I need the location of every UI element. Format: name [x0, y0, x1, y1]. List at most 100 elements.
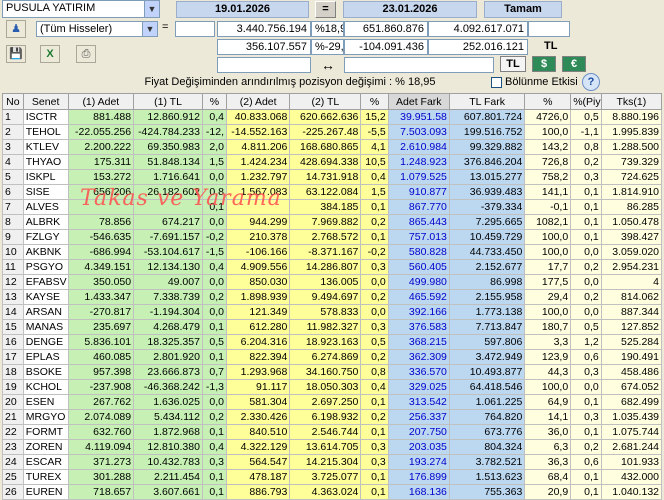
column-header[interactable]: No: [2, 93, 24, 110]
range-from-input[interactable]: [217, 57, 311, 73]
column-header[interactable]: Tks(1): [600, 93, 663, 110]
table-cell: 2.954.231: [600, 259, 663, 275]
table-cell: 86.285: [600, 199, 663, 215]
table-cell: 7: [2, 199, 24, 215]
table-cell: -46.368.242: [133, 379, 203, 395]
table-cell: 755.363: [448, 484, 526, 500]
table-cell: 0,0: [570, 304, 602, 320]
split-effect-checkbox[interactable]: [491, 77, 502, 88]
column-header[interactable]: Senet: [22, 93, 69, 110]
table-cell: 49.007: [133, 274, 203, 290]
table-row[interactable]: 2 TEHOL -22.055.256 -424.784.233 -12, -14.552…: [2, 124, 663, 140]
symbol-cell: ESCAR: [22, 454, 69, 470]
table-row[interactable]: 3 KTLEV 2.200.222 69.350.983 2,0 4.811.206 168…: [2, 139, 663, 155]
currency-usd-button[interactable]: $: [532, 56, 556, 72]
table-row[interactable]: 21 MRGYO 2.074.089 5.434.112 0,2 2.330.426 6.1…: [2, 409, 663, 425]
currency-eur-button[interactable]: €: [562, 56, 586, 72]
table-row[interactable]: 8 ALBRK 78.856 674.217 0,0 944.299 7.969.882 0,…: [2, 214, 663, 230]
table-cell: 1.075.744: [600, 424, 663, 440]
table-cell: 14.286.807: [289, 259, 362, 275]
table-cell: 2.801.920: [133, 349, 203, 365]
table-row[interactable]: 24 ESCAR 371.273 10.432.783 0,3 564.547 14.215…: [2, 454, 663, 470]
table-row[interactable]: 13 KAYSE 1.433.347 7.338.739 0,2 1.898.939 9.4…: [2, 289, 663, 305]
column-header[interactable]: %: [201, 93, 227, 110]
table-row[interactable]: 11 PSGYO 4.349.151 12.134.130 0,4 4.909.556 14…: [2, 259, 663, 275]
column-header[interactable]: %: [524, 93, 572, 110]
filter-value-input[interactable]: [175, 21, 215, 37]
table-cell: 865.443: [387, 214, 450, 230]
table-row[interactable]: 17 EPLAS 460.085 2.801.920 0,1 822.394 6.274.8…: [2, 349, 663, 365]
excel-icon[interactable]: X: [40, 45, 60, 63]
table-cell: 0,3: [360, 439, 389, 455]
portfolio-combo[interactable]: PUSULA YATIRIM ▼: [2, 0, 160, 18]
column-header[interactable]: (1) TL: [133, 93, 203, 110]
swap-arrows-icon[interactable]: ↔: [314, 57, 342, 73]
users-icon[interactable]: ♟: [6, 20, 26, 38]
table-cell: 944.299: [225, 214, 291, 230]
table-cell: 64,9: [524, 394, 572, 410]
symbol-cell: ALVES: [22, 199, 69, 215]
table-row[interactable]: 9 FZLGY -546.635 -7.691.157 -0,2 210.378 2.768…: [2, 229, 663, 245]
table-cell: -1,1: [570, 124, 602, 140]
symbol-cell: SISE: [22, 184, 69, 200]
table-row[interactable]: 5 ISKPL 153.272 1.716.641 0,0 1.232.797 14.731…: [2, 169, 663, 185]
table-cell: 0,3: [201, 454, 227, 470]
table-cell: 1,5: [360, 184, 389, 200]
table-row[interactable]: 26 EUREN 718.657 3.607.661 0,1 886.793 4.363.0…: [2, 484, 663, 500]
column-header[interactable]: TL Fark: [448, 93, 526, 110]
table-row[interactable]: 20 ESEN 267.762 1.636.025 0,0 581.304 2.697.25…: [2, 394, 663, 410]
table-cell: 3.607.661: [133, 484, 203, 500]
table-row[interactable]: 23 ZOREN 4.119.094 12.810.380 0,4 4.322.129 13…: [2, 439, 663, 455]
table-row[interactable]: 15 MANAS 235.697 4.268.479 0,1 612.280 11.982.…: [2, 319, 663, 335]
table-cell: 21: [2, 409, 24, 425]
table-cell: 10,5: [360, 154, 389, 170]
chevron-down-icon[interactable]: ▼: [142, 22, 157, 36]
table-row[interactable]: 22 FORMT 632.760 1.872.968 0,1 840.510 2.546.7…: [2, 424, 663, 440]
print-icon[interactable]: ⎙: [76, 45, 96, 63]
positions-table[interactable]: No Senet (1) Adet (1) TL% (2) Adet (2) TL% Ade…: [2, 93, 663, 500]
table-row[interactable]: 25 TUREX 301.288 2.211.454 0,1 478.187 3.725.0…: [2, 469, 663, 485]
date-end[interactable]: 23.01.2026: [343, 1, 477, 18]
column-header[interactable]: (2) Adet: [225, 93, 291, 110]
help-icon[interactable]: ?: [582, 73, 600, 91]
currency-tl-button[interactable]: TL: [500, 56, 526, 72]
symbol-cell: TUREX: [22, 469, 69, 485]
save-icon[interactable]: 💾: [6, 45, 26, 63]
table-cell: 0,1: [360, 199, 389, 215]
column-header[interactable]: %: [360, 93, 389, 110]
table-row[interactable]: 1 ISCTR 881.488 12.860.912 0,4 40.833.068 620.…: [2, 109, 663, 125]
eq-button[interactable]: =: [315, 1, 336, 18]
table-row[interactable]: 4 THYAO 175.311 51.848.134 1,5 1.424.234 428.6…: [2, 154, 663, 170]
range-to-input[interactable]: [344, 57, 494, 73]
table-cell: 674.052: [600, 379, 663, 395]
filter-combo[interactable]: (Tüm Hisseler) ▼: [36, 21, 158, 37]
table-row[interactable]: 10 AKBNK -686.994 -53.104.617 -1,5 -106.166 -8…: [2, 244, 663, 260]
table-cell: 0,0: [201, 214, 227, 230]
table-row[interactable]: 14 ARSAN -270.817 -1.194.304 0,0 121.349 578.8…: [2, 304, 663, 320]
table-cell: 11: [2, 259, 24, 275]
table-cell: 329.025: [387, 379, 450, 395]
table-cell: 0,1: [360, 469, 389, 485]
table-cell: 14: [2, 304, 24, 320]
table-cell: 0,0: [201, 274, 227, 290]
table-row[interactable]: 16 DENGE 5.836.101 18.325.357 0,5 6.204.316 18…: [2, 334, 663, 350]
table-cell: 44,3: [524, 364, 572, 380]
table-cell: 1.898.939: [225, 289, 291, 305]
table-row[interactable]: 18 BSOKE 957.398 23.666.873 0,7 1.293.968 34.1…: [2, 364, 663, 380]
table-row[interactable]: 12 EFABSV 350.050 49.007 0,0 850.030 136.005 0,…: [2, 274, 663, 290]
table-row[interactable]: 19 KCHOL -237.908 -46.368.242 -1,3 91.117 18.0…: [2, 379, 663, 395]
column-header[interactable]: Adet Fark: [387, 93, 450, 110]
column-header[interactable]: (2) TL: [289, 93, 362, 110]
date-start[interactable]: 19.01.2026: [176, 1, 309, 18]
ok-button[interactable]: Tamam: [484, 1, 562, 18]
table-cell: 822.394: [225, 349, 291, 365]
table-cell: -53.104.617: [133, 244, 203, 260]
symbol-cell: KCHOL: [22, 379, 69, 395]
table-cell: 3.472.949: [448, 349, 526, 365]
table-cell: 0,2: [360, 349, 389, 365]
table-cell: 51.848.134: [133, 154, 203, 170]
table-cell: 34.160.750: [289, 364, 362, 380]
chevron-down-icon[interactable]: ▼: [144, 1, 159, 17]
column-header[interactable]: %(Piy: [570, 93, 602, 110]
column-header[interactable]: (1) Adet: [67, 93, 135, 110]
